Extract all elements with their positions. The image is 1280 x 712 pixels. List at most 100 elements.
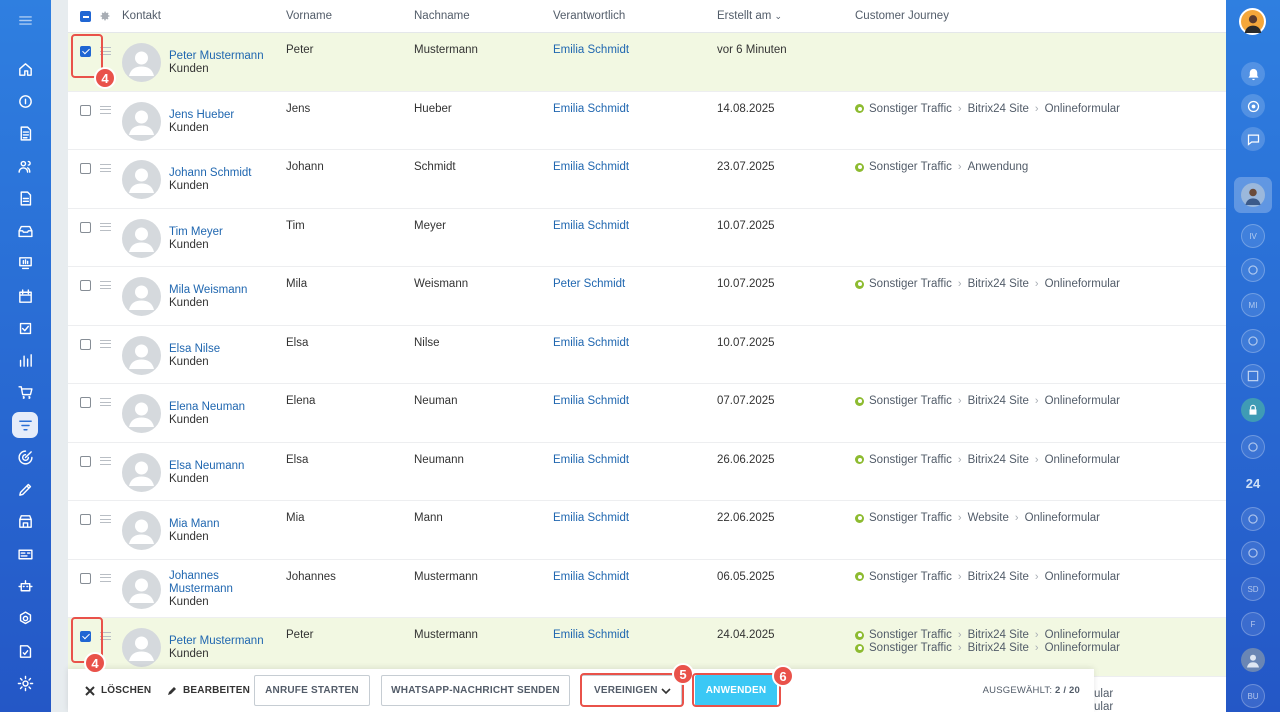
table-row[interactable]: Peter Mustermann Kunden Peter Mustermann Emi… xyxy=(68,618,1226,677)
settings-cog-icon[interactable] xyxy=(12,605,38,631)
table-row[interactable]: Elsa Nilse Kunden Elsa Nilse Emilia Schmidt 1… xyxy=(68,325,1226,384)
inbox-icon[interactable] xyxy=(12,218,38,244)
lock-icon[interactable] xyxy=(1241,398,1265,422)
start-calls-button[interactable]: ANRUFE STARTEN xyxy=(254,675,370,706)
column-journey[interactable]: Customer Journey xyxy=(855,10,949,22)
table-row[interactable]: Elsa Neumann Kunden Elsa Neumann Emilia Schm… xyxy=(68,442,1226,501)
contact-name-link[interactable]: Tim Meyer xyxy=(169,226,265,239)
row-checkbox[interactable] xyxy=(80,514,91,525)
contact-avatar-active[interactable] xyxy=(1241,183,1265,207)
openline-icon-5[interactable] xyxy=(1241,541,1265,565)
contacts-icon[interactable] xyxy=(12,153,38,179)
table-row[interactable]: Tim Meyer Kunden Tim Meyer Emilia Schmidt 10.… xyxy=(68,208,1226,267)
row-checkbox[interactable] xyxy=(80,163,91,174)
contact-name-link[interactable]: Peter Mustermann xyxy=(169,50,265,63)
card-icon[interactable] xyxy=(12,541,38,567)
contact-iv[interactable]: IV xyxy=(1241,224,1265,248)
whatsapp-button[interactable]: WHATSAPP-NACHRICHT SENDEN xyxy=(381,675,570,706)
drag-handle-icon[interactable] xyxy=(100,515,111,523)
contact-name-link[interactable]: Elsa Nilse xyxy=(169,343,265,356)
responsible-link[interactable]: Emilia Schmidt xyxy=(553,512,629,524)
avatar[interactable] xyxy=(122,335,161,375)
responsible-link[interactable]: Peter Schmidt xyxy=(553,278,625,290)
analytics-icon[interactable] xyxy=(12,347,38,373)
openline-icon-1[interactable] xyxy=(1241,258,1265,282)
group-avatar[interactable] xyxy=(1241,648,1265,672)
row-checkbox[interactable] xyxy=(80,104,91,116)
calendar-icon[interactable] xyxy=(12,283,38,309)
column-last-name[interactable]: Nachname xyxy=(414,10,470,22)
contact-sd[interactable]: SD xyxy=(1241,577,1265,601)
openline-icon-2[interactable] xyxy=(1241,329,1265,353)
avatar[interactable] xyxy=(122,218,161,258)
drag-handle-icon[interactable] xyxy=(100,398,111,406)
row-checkbox[interactable] xyxy=(80,280,91,291)
drag-handle-icon[interactable] xyxy=(100,573,111,582)
openline-icon-3[interactable] xyxy=(1241,435,1265,459)
document-icon[interactable] xyxy=(12,185,38,211)
contact-name-link[interactable]: Johannes Mustermann xyxy=(169,570,265,596)
drag-handle-icon[interactable] xyxy=(100,456,111,465)
drag-handle-icon[interactable] xyxy=(100,222,111,231)
column-first-name[interactable]: Vorname xyxy=(286,10,332,22)
delete-button[interactable]: LÖSCHEN xyxy=(85,685,151,696)
contact-name-link[interactable]: Jens Hueber xyxy=(169,109,265,122)
chat-icon[interactable] xyxy=(1241,127,1265,151)
drag-handle-icon[interactable] xyxy=(100,105,111,114)
contact-bu[interactable]: BU xyxy=(1241,684,1265,708)
drag-handle-icon[interactable] xyxy=(100,164,111,172)
bitrix24-icon[interactable]: 24 xyxy=(1241,471,1265,495)
contact-f[interactable]: F xyxy=(1241,612,1265,636)
chat-icon[interactable] xyxy=(12,88,38,114)
image-icon[interactable] xyxy=(1241,364,1265,388)
responsible-link[interactable]: Emilia Schmidt xyxy=(553,454,629,466)
avatar[interactable] xyxy=(122,511,161,550)
responsible-link[interactable]: Emilia Schmidt xyxy=(553,103,629,115)
contact-name-link[interactable]: Elena Neuman xyxy=(169,401,265,414)
contact-name-link[interactable]: Elsa Neumann xyxy=(169,460,265,473)
responsible-link[interactable]: Emilia Schmidt xyxy=(553,571,629,583)
row-checkbox[interactable] xyxy=(80,455,91,467)
responsible-link[interactable]: Emilia Schmidt xyxy=(553,629,629,641)
gear-icon[interactable] xyxy=(12,670,38,696)
checkbox-icon[interactable] xyxy=(12,315,38,341)
table-row[interactable]: Mia Mann Kunden Mia Mann Emilia Schmidt 22.06… xyxy=(68,501,1226,560)
avatar[interactable] xyxy=(122,277,161,316)
contact-name-link[interactable]: Johann Schmidt xyxy=(169,167,265,180)
avatar[interactable] xyxy=(122,101,161,141)
row-checkbox[interactable] xyxy=(80,397,91,408)
chart-board-icon[interactable] xyxy=(12,250,38,276)
edit-button[interactable]: BEARBEITEN xyxy=(167,685,250,696)
contact-name-link[interactable]: Peter Mustermann xyxy=(169,635,265,648)
pen-icon[interactable] xyxy=(12,476,38,502)
table-row[interactable]: Elena Neuman Kunden Elena Neuman Emilia Schm… xyxy=(68,384,1226,443)
drag-handle-icon[interactable] xyxy=(100,339,111,348)
activity-stream-icon[interactable] xyxy=(1241,94,1265,118)
avatar[interactable] xyxy=(122,452,161,492)
table-row[interactable]: Johannes Mustermann Kunden Johannes Musterm… xyxy=(68,559,1226,618)
row-checkbox[interactable] xyxy=(80,338,91,350)
avatar[interactable] xyxy=(122,394,161,433)
drag-handle-icon[interactable] xyxy=(100,281,111,289)
column-contact[interactable]: Kontakt xyxy=(122,10,161,22)
avatar[interactable] xyxy=(122,43,161,82)
store-icon[interactable] xyxy=(12,508,38,534)
responsible-link[interactable]: Emilia Schmidt xyxy=(553,220,629,232)
home-icon[interactable] xyxy=(12,56,38,82)
robot-icon[interactable] xyxy=(12,573,38,599)
user-avatar[interactable] xyxy=(1239,8,1266,35)
responsible-link[interactable]: Emilia Schmidt xyxy=(553,44,629,56)
menu-icon[interactable] xyxy=(12,7,38,33)
bell-icon[interactable] xyxy=(1241,62,1265,86)
avatar[interactable] xyxy=(122,628,161,667)
row-checkbox[interactable] xyxy=(80,221,91,233)
table-row[interactable]: Mila Weismann Kunden Mila Weismann Peter Sch… xyxy=(68,267,1226,326)
cart-icon[interactable] xyxy=(12,379,38,405)
feed-icon[interactable] xyxy=(12,120,38,146)
column-responsible[interactable]: Verantwortlich xyxy=(553,10,625,22)
contact-name-link[interactable]: Mila Weismann xyxy=(169,284,265,297)
filter-icon[interactable] xyxy=(12,412,38,438)
table-row[interactable]: Peter Mustermann Kunden Peter Mustermann Emi… xyxy=(68,33,1226,92)
avatar[interactable] xyxy=(122,160,161,199)
responsible-link[interactable]: Emilia Schmidt xyxy=(553,161,629,173)
